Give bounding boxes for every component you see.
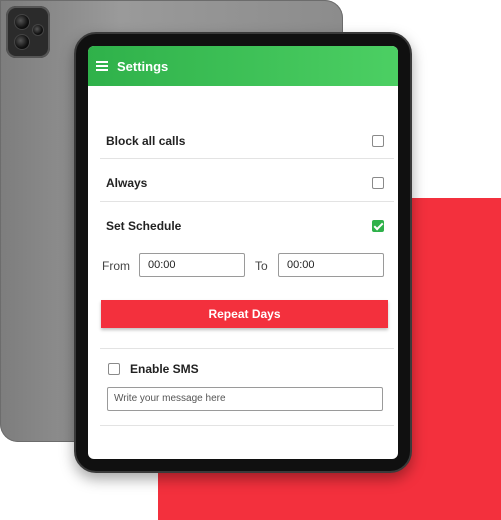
- always-row[interactable]: Always: [88, 162, 398, 204]
- block-all-calls-row[interactable]: Block all calls: [88, 120, 398, 162]
- set-schedule-checkbox[interactable]: [372, 220, 384, 232]
- set-schedule-row[interactable]: Set Schedule: [88, 205, 398, 247]
- repeat-days-button[interactable]: Repeat Days: [101, 300, 388, 328]
- from-label: From: [102, 259, 130, 273]
- to-label: To: [255, 259, 268, 273]
- front-tablet-device: Settings Block all calls Always Set Sche…: [74, 32, 412, 473]
- camera-lens-icon: [32, 24, 44, 36]
- from-time-input[interactable]: 00:00: [139, 253, 245, 277]
- enable-sms-row[interactable]: Enable SMS: [108, 362, 199, 376]
- schedule-time-row: From 00:00 To 00:00: [88, 253, 398, 279]
- camera-lens-icon: [14, 34, 30, 50]
- enable-sms-label: Enable SMS: [130, 362, 199, 376]
- menu-icon[interactable]: [96, 61, 108, 71]
- always-checkbox[interactable]: [372, 177, 384, 189]
- set-schedule-label: Set Schedule: [106, 219, 182, 233]
- divider: [100, 158, 394, 159]
- enable-sms-checkbox[interactable]: [108, 363, 120, 375]
- divider: [100, 201, 394, 202]
- sms-message-input[interactable]: Write your message here: [107, 387, 383, 411]
- app-title: Settings: [117, 58, 169, 74]
- camera-lens-icon: [14, 14, 30, 30]
- block-all-calls-checkbox[interactable]: [372, 135, 384, 147]
- always-label: Always: [106, 176, 148, 190]
- to-time-input[interactable]: 00:00: [278, 253, 384, 277]
- divider: [100, 425, 394, 426]
- app-screen: Settings Block all calls Always Set Sche…: [88, 46, 398, 459]
- app-bar: Settings: [88, 46, 398, 86]
- camera-module-icon: [6, 6, 50, 58]
- divider: [100, 348, 394, 349]
- block-all-calls-label: Block all calls: [106, 134, 186, 148]
